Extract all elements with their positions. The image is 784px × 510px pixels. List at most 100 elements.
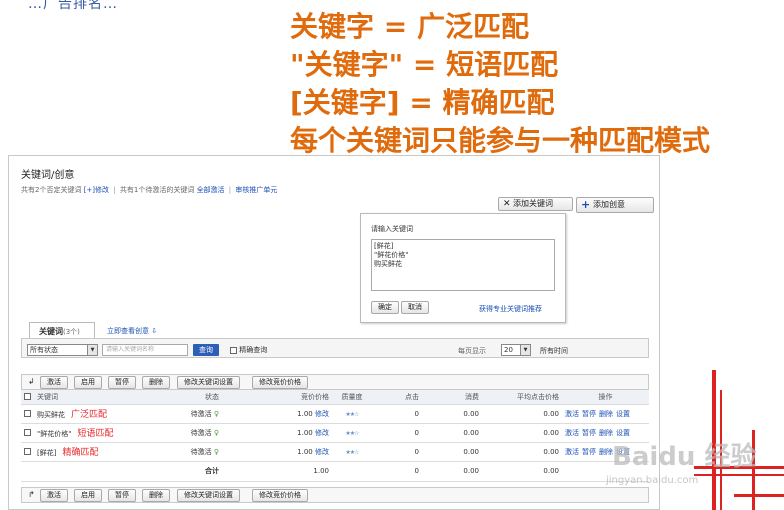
- pause-button[interactable]: 暂停: [108, 489, 136, 502]
- perpage-value: 20: [504, 346, 513, 354]
- row-delete-link[interactable]: 删除: [599, 429, 613, 437]
- select-all-checkbox[interactable]: [24, 393, 31, 401]
- ok-button[interactable]: 确定: [371, 301, 399, 314]
- tab-keywords-label: 关键词: [39, 327, 63, 336]
- row-pause-link[interactable]: 暂停: [582, 448, 596, 456]
- row-checkbox[interactable]: [24, 448, 31, 455]
- activate-all-link[interactable]: 全部激活: [197, 186, 225, 194]
- review-unit-link[interactable]: 审核推广单元: [235, 186, 277, 194]
- avg-value: 0.00: [482, 442, 562, 462]
- baidu-watermark-url: jingyan.baidu.com: [606, 475, 699, 486]
- total-cost: 0.00: [422, 461, 482, 482]
- delete-button[interactable]: 删除: [142, 489, 170, 502]
- cancel-button[interactable]: 取消: [401, 301, 429, 314]
- row-delete-link[interactable]: 删除: [599, 448, 613, 456]
- total-bid: 1.00: [222, 461, 332, 482]
- keyword-textarea[interactable]: [鲜花] "鲜花价格" 购买鲜花: [371, 239, 555, 291]
- action-bar-bottom: ↱ 激活 启用 暂停 删除 修改关键词设置 修改竞价价格: [21, 487, 649, 503]
- col-keyword: 关键词: [34, 390, 134, 405]
- enable-button[interactable]: 启用: [74, 489, 102, 502]
- add-idea-button[interactable]: + 添加创意: [576, 197, 654, 213]
- collapse-arrow-icon[interactable]: ↱: [28, 490, 35, 499]
- clicks-value: 0: [372, 423, 422, 443]
- modify-keyword-settings-button[interactable]: 修改关键词设置: [177, 376, 240, 389]
- keyword-panel: 关键词/创意 共有2个否定关键词 [+]修改 | 共有1个待激活的关键词 全部激…: [8, 155, 660, 510]
- avg-value: 0.00: [482, 404, 562, 424]
- total-row: 合计 1.00 0 0.00 0.00: [21, 461, 649, 482]
- perpage-select[interactable]: 20 ▼: [501, 344, 531, 356]
- table-row: 购买鲜花 广泛匹配 待激活 ♀ 1.00 修改 ★★☆ 0 0.00 0.00 激…: [21, 404, 649, 424]
- total-label: 合计: [134, 461, 222, 482]
- exact-checkbox[interactable]: [230, 346, 237, 354]
- col-bid: 竞价价格: [222, 390, 332, 405]
- time-range[interactable]: 所有时间: [540, 346, 568, 356]
- delete-button[interactable]: 删除: [142, 376, 170, 389]
- total-clicks: 0: [372, 461, 422, 482]
- match-type-label: 广泛匹配: [71, 410, 108, 420]
- modify-bid-button[interactable]: 修改竞价价格: [252, 489, 308, 502]
- status-select-value: 所有状态: [30, 346, 58, 354]
- row-pause-link[interactable]: 暂停: [582, 429, 596, 437]
- add-idea-label: 添加创意: [593, 200, 625, 209]
- cost-value: 0.00: [422, 423, 482, 443]
- view-ideas-link[interactable]: 立即查看创意 ⇩: [107, 326, 157, 336]
- bid-value: 1.00: [297, 447, 313, 456]
- activate-button[interactable]: 激活: [40, 376, 68, 389]
- add-keyword-label: 添加关键词: [513, 199, 553, 208]
- row-activate-link[interactable]: 激活: [565, 429, 579, 437]
- info-line: 共有2个否定关键词 [+]修改 | 共有1个待激活的关键词 全部激活 | 审核推…: [21, 186, 278, 194]
- modify-bid-link[interactable]: 修改: [315, 448, 329, 456]
- enable-button[interactable]: 启用: [74, 376, 102, 389]
- cost-value: 0.00: [422, 404, 482, 424]
- chevron-down-icon: ▼: [87, 345, 97, 355]
- col-quality: 质量度: [332, 390, 372, 405]
- table-row: [鲜花] 精确匹配 待激活 ♀ 1.00 修改 ★★☆ 0 0.00 0.00 激…: [21, 442, 649, 462]
- cost-value: 0.00: [422, 442, 482, 462]
- row-checkbox[interactable]: [24, 410, 31, 417]
- row-pause-link[interactable]: 暂停: [582, 410, 596, 418]
- tab-keywords[interactable]: 关键词(3个): [29, 322, 95, 338]
- status-text: 待激活: [190, 409, 212, 418]
- row-activate-link[interactable]: 激活: [565, 448, 579, 456]
- headline-line-broad: 关键字 = 广泛匹配: [290, 10, 529, 43]
- modify-bid-button[interactable]: 修改竞价价格: [252, 376, 308, 389]
- modify-bid-link[interactable]: 修改: [315, 429, 329, 437]
- avg-value: 0.00: [482, 423, 562, 443]
- baidu-watermark-logo: Baidu 经验: [612, 442, 757, 472]
- table-header: 关键词 状态 竞价价格 质量度 点击 消费 平均点击价格 操作: [21, 390, 649, 405]
- bulb-icon[interactable]: ♀: [214, 448, 219, 456]
- close-icon: ✕: [503, 199, 511, 209]
- match-type-label: 精确匹配: [62, 448, 99, 458]
- collapse-arrow-icon[interactable]: ↲: [28, 377, 35, 386]
- col-status: 状态: [134, 390, 222, 405]
- match-rules-headline: 关键字 = 广泛匹配 "关键字" = 短语匹配 [关键字] = 精确匹配 每个关…: [290, 8, 710, 160]
- bulb-icon[interactable]: ♀: [214, 429, 219, 437]
- row-activate-link[interactable]: 激活: [565, 410, 579, 418]
- pause-button[interactable]: 暂停: [108, 376, 136, 389]
- filter-bar: 所有状态 ▼ 请输入关键词名称 查询 精确查询 每页显示 20 ▼ 所有时间: [21, 338, 649, 358]
- keyword-text: 购买鲜花: [37, 411, 65, 419]
- pro-recommend-link[interactable]: 获得专业关键词推荐: [479, 304, 542, 314]
- bulb-icon[interactable]: ♀: [214, 410, 219, 418]
- status-select[interactable]: 所有状态 ▼: [27, 344, 98, 356]
- tab-keywords-count: (3个): [63, 328, 80, 336]
- search-button[interactable]: 查询: [193, 344, 219, 356]
- row-checkbox[interactable]: [24, 429, 31, 436]
- modify-negative-link[interactable]: [+]修改: [84, 186, 109, 194]
- col-avg: 平均点击价格: [482, 390, 562, 405]
- match-type-label: 短语匹配: [77, 429, 114, 439]
- modify-keyword-settings-button[interactable]: 修改关键词设置: [177, 489, 240, 502]
- row-settings-link[interactable]: 设置: [616, 410, 630, 418]
- panel-title: 关键词/创意: [21, 170, 75, 181]
- plus-icon: +: [581, 198, 591, 211]
- row-delete-link[interactable]: 删除: [599, 410, 613, 418]
- exact-query[interactable]: 精确查询: [230, 345, 267, 355]
- top-fragment-text: …广告排名…: [28, 0, 118, 12]
- bid-value: 1.00: [297, 409, 313, 418]
- add-keyword-popup: 请输入关键词 [鲜花] "鲜花价格" 购买鲜花 确定 取消 获得专业关键词推荐: [360, 213, 566, 323]
- search-input[interactable]: 请输入关键词名称: [102, 344, 188, 356]
- modify-bid-link[interactable]: 修改: [315, 410, 329, 418]
- activate-button[interactable]: 激活: [40, 489, 68, 502]
- add-keyword-button[interactable]: ✕ 添加关键词: [498, 197, 573, 211]
- keyword-text: "鲜花价格": [37, 430, 72, 438]
